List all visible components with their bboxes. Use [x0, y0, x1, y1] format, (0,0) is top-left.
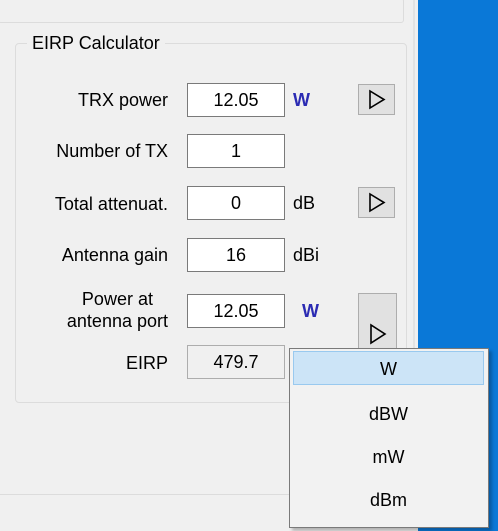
dropdown-item-dbw[interactable]: dBW: [293, 397, 484, 431]
play-triangle-icon: [369, 89, 386, 110]
power-port-label-line2: antenna port: [66, 311, 168, 331]
play-triangle-icon: [370, 323, 387, 345]
num-tx-label: Number of TX: [56, 141, 168, 161]
eirp-output: 479.7: [187, 345, 285, 379]
power-port-unit[interactable]: W: [302, 300, 319, 322]
dropdown-item-w[interactable]: W: [293, 351, 484, 385]
total-att-input[interactable]: 0: [187, 186, 285, 220]
unit-dropdown-menu[interactable]: W dBW mW dBm: [289, 348, 489, 528]
num-tx-input[interactable]: 1: [187, 134, 285, 168]
ant-gain-unit: dBi: [293, 245, 320, 265]
total-att-arrow-button[interactable]: [358, 187, 395, 218]
ant-gain-input[interactable]: 16: [187, 238, 285, 272]
dropdown-item-mw[interactable]: mW: [293, 440, 484, 474]
total-att-unit: dB: [293, 193, 316, 213]
power-port-input[interactable]: 12.05: [187, 294, 285, 328]
group-title: EIRP Calculator: [27, 32, 165, 54]
power-port-label: Power at antenna port: [67, 288, 168, 332]
trx-power-unit[interactable]: W: [293, 89, 310, 111]
play-triangle-icon: [369, 192, 386, 213]
ant-gain-label: Antenna gain: [61, 245, 168, 265]
trx-power-arrow-button[interactable]: [358, 84, 395, 115]
total-att-label: Total attenuat.: [54, 194, 168, 214]
top-panel: [0, 0, 404, 23]
trx-power-label: TRX power: [77, 90, 168, 110]
eirp-label: EIRP: [125, 353, 168, 373]
trx-power-input[interactable]: 12.05: [187, 83, 285, 117]
power-port-arrow-button[interactable]: [358, 293, 397, 351]
dropdown-item-dbm[interactable]: dBm: [293, 483, 484, 517]
power-port-label-line1: Power at: [81, 289, 153, 309]
